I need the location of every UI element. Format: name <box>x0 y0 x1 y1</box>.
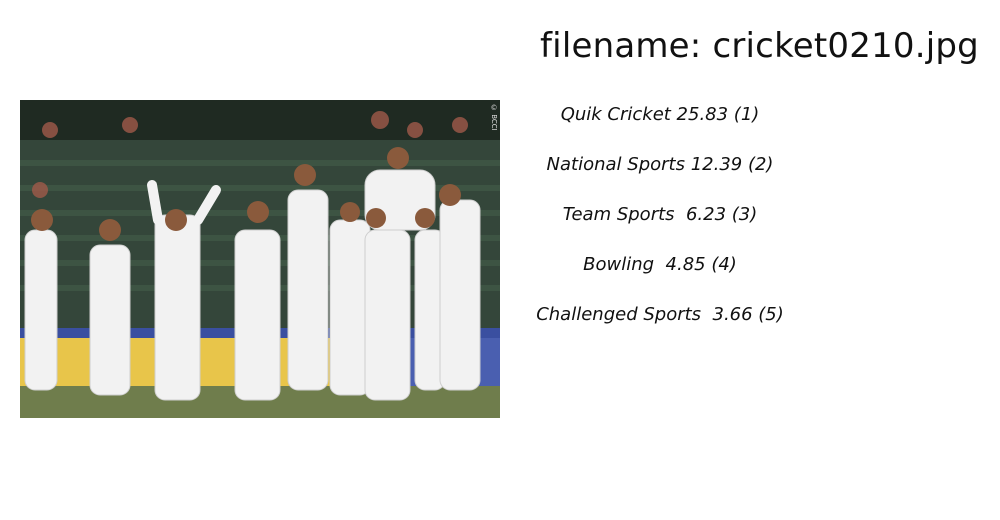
prediction-item: Bowling 4.85 (4) <box>583 254 737 275</box>
filename-title: filename: cricket0210.jpg <box>540 26 979 66</box>
cricket-photo: © BCCI <box>20 100 500 418</box>
prediction-item: Challenged Sports 3.66 (5) <box>536 304 784 325</box>
prediction-item: Quik Cricket 25.83 (1) <box>560 104 760 125</box>
photo-credit: © BCCI <box>490 104 498 131</box>
prediction-item: National Sports 12.39 (2) <box>546 154 774 175</box>
photo-illustration <box>20 100 500 418</box>
predictions-list: Quik Cricket 25.83 (1) National Sports 1… <box>520 100 800 350</box>
prediction-item: Team Sports 6.23 (3) <box>562 204 758 225</box>
